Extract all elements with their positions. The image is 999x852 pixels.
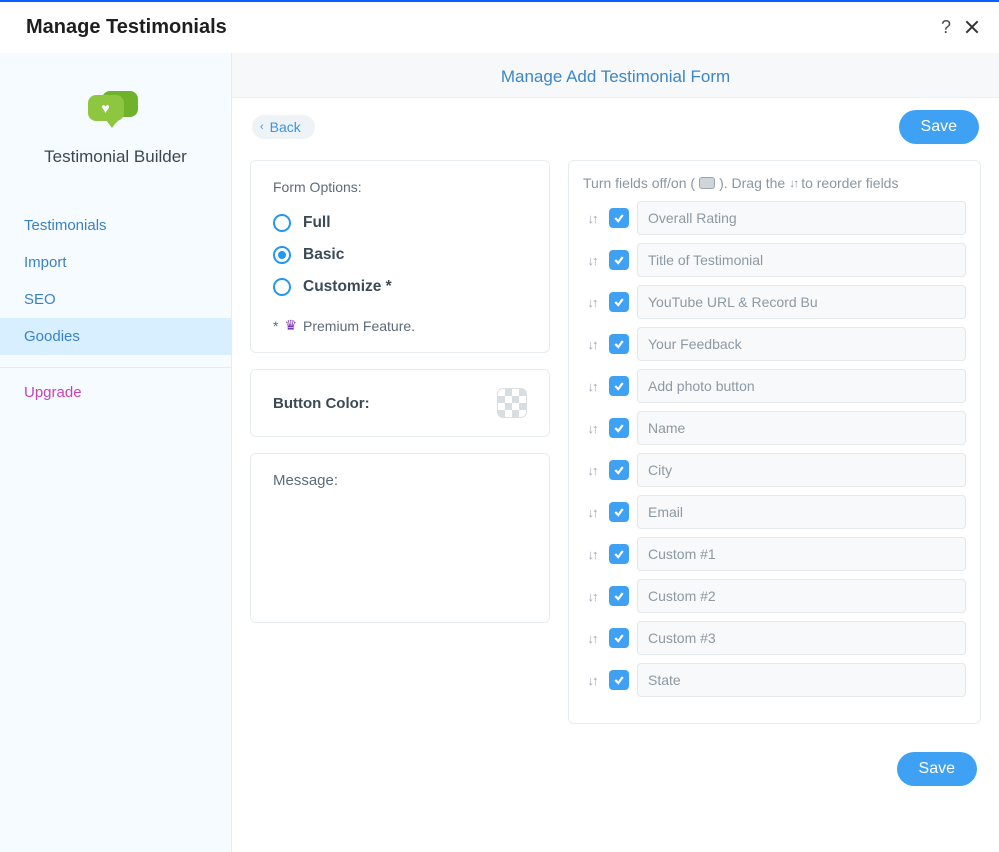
field-row: ↓↑ Email xyxy=(583,495,966,529)
field-label[interactable]: State xyxy=(637,663,966,697)
field-toggle-checkbox[interactable] xyxy=(609,670,629,690)
field-label[interactable]: Your Feedback xyxy=(637,327,966,361)
field-row: ↓↑ Your Feedback xyxy=(583,327,966,361)
message-card: Message: xyxy=(250,453,550,623)
speech-bubbles-icon: ♥ xyxy=(88,89,144,133)
form-options-title: Form Options: xyxy=(273,179,527,195)
button-color-card: Button Color: xyxy=(250,369,550,437)
drag-handle-icon[interactable]: ↓↑ xyxy=(583,211,601,226)
field-label[interactable]: Add photo button xyxy=(637,369,966,403)
sidebar-item-goodies[interactable]: Goodies xyxy=(0,318,231,355)
sidebar-item-import[interactable]: Import xyxy=(0,244,231,281)
drag-handle-icon[interactable]: ↓↑ xyxy=(583,547,601,562)
field-label[interactable]: City xyxy=(637,453,966,487)
drag-handle-icon[interactable]: ↓↑ xyxy=(583,421,601,436)
sidebar-item-seo[interactable]: SEO xyxy=(0,281,231,318)
fields-panel: Turn fields off/on ( ). Drag the ↓↑ to r… xyxy=(568,160,981,724)
asterisk: * xyxy=(273,318,278,334)
field-row: ↓↑ YouTube URL & Record Bu xyxy=(583,285,966,319)
save-button-bottom[interactable]: Save xyxy=(897,752,977,786)
radio-label: Customize * xyxy=(303,278,392,296)
field-row: ↓↑ Overall Rating xyxy=(583,201,966,235)
field-label[interactable]: Custom #1 xyxy=(637,537,966,571)
sidebar-divider xyxy=(0,367,231,368)
field-label[interactable]: Email xyxy=(637,495,966,529)
chevron-left-icon: ‹ xyxy=(260,121,264,133)
back-button[interactable]: ‹ Back xyxy=(252,115,315,139)
sort-icon: ↓↑ xyxy=(789,176,797,190)
drag-handle-icon[interactable]: ↓↑ xyxy=(583,505,601,520)
field-toggle-checkbox[interactable] xyxy=(609,502,629,522)
drag-handle-icon[interactable]: ↓↑ xyxy=(583,379,601,394)
crown-icon: ♛ xyxy=(284,317,297,334)
color-picker-swatch[interactable] xyxy=(497,388,527,418)
field-toggle-checkbox[interactable] xyxy=(609,586,629,606)
field-toggle-checkbox[interactable] xyxy=(609,460,629,480)
message-label: Message: xyxy=(273,472,338,489)
drag-handle-icon[interactable]: ↓↑ xyxy=(583,673,601,688)
premium-label: Premium Feature. xyxy=(303,318,415,334)
field-toggle-checkbox[interactable] xyxy=(609,376,629,396)
field-row: ↓↑ City xyxy=(583,453,966,487)
modal-header: Manage Testimonials ? xyxy=(0,2,999,53)
field-label[interactable]: Custom #3 xyxy=(637,621,966,655)
radio-full[interactable]: Full xyxy=(273,207,527,239)
field-toggle-checkbox[interactable] xyxy=(609,628,629,648)
help-icon[interactable]: ? xyxy=(941,17,951,38)
radio-label: Full xyxy=(303,214,331,232)
radio-basic[interactable]: Basic xyxy=(273,239,527,271)
form-options-card: Form Options: Full Basic Customize * xyxy=(250,160,550,353)
drag-handle-icon[interactable]: ↓↑ xyxy=(583,295,601,310)
radio-icon xyxy=(273,278,291,296)
field-label[interactable]: Title of Testimonial xyxy=(637,243,966,277)
field-label[interactable]: YouTube URL & Record Bu xyxy=(637,285,966,319)
field-row: ↓↑ Title of Testimonial xyxy=(583,243,966,277)
field-row: ↓↑ Custom #3 xyxy=(583,621,966,655)
section-title: Manage Add Testimonial Form xyxy=(232,53,999,98)
field-toggle-checkbox[interactable] xyxy=(609,418,629,438)
drag-handle-icon[interactable]: ↓↑ xyxy=(583,253,601,268)
radio-label: Basic xyxy=(303,246,344,264)
page-title: Manage Testimonials xyxy=(26,16,227,39)
field-toggle-checkbox[interactable] xyxy=(609,250,629,270)
drag-handle-icon[interactable]: ↓↑ xyxy=(583,589,601,604)
field-toggle-checkbox[interactable] xyxy=(609,292,629,312)
field-label[interactable]: Name xyxy=(637,411,966,445)
field-toggle-checkbox[interactable] xyxy=(609,544,629,564)
sidebar-nav: Testimonials Import SEO Goodies xyxy=(0,207,231,355)
back-label: Back xyxy=(270,119,301,135)
save-button-top[interactable]: Save xyxy=(899,110,979,144)
radio-icon xyxy=(273,246,291,264)
drag-handle-icon[interactable]: ↓↑ xyxy=(583,631,601,646)
field-label[interactable]: Overall Rating xyxy=(637,201,966,235)
radio-customize[interactable]: Customize * xyxy=(273,271,527,303)
button-color-label: Button Color: xyxy=(273,395,370,412)
field-row: ↓↑ Add photo button xyxy=(583,369,966,403)
sidebar-upgrade[interactable]: Upgrade xyxy=(0,374,231,411)
main-panel: Manage Add Testimonial Form ‹ Back Save … xyxy=(232,53,999,852)
toggle-icon xyxy=(699,177,715,189)
field-label[interactable]: Custom #2 xyxy=(637,579,966,613)
field-row: ↓↑ Custom #2 xyxy=(583,579,966,613)
close-icon[interactable] xyxy=(963,19,981,37)
drag-handle-icon[interactable]: ↓↑ xyxy=(583,463,601,478)
radio-icon xyxy=(273,214,291,232)
field-toggle-checkbox[interactable] xyxy=(609,208,629,228)
sidebar-title: Testimonial Builder xyxy=(44,147,187,167)
field-row: ↓↑ Custom #1 xyxy=(583,537,966,571)
sidebar: ♥ Testimonial Builder Testimonials Impor… xyxy=(0,53,232,852)
field-toggle-checkbox[interactable] xyxy=(609,334,629,354)
sidebar-item-testimonials[interactable]: Testimonials xyxy=(0,207,231,244)
field-row: ↓↑ State xyxy=(583,663,966,697)
field-row: ↓↑ Name xyxy=(583,411,966,445)
drag-handle-icon[interactable]: ↓↑ xyxy=(583,337,601,352)
fields-instructions: Turn fields off/on ( ). Drag the ↓↑ to r… xyxy=(583,175,966,191)
